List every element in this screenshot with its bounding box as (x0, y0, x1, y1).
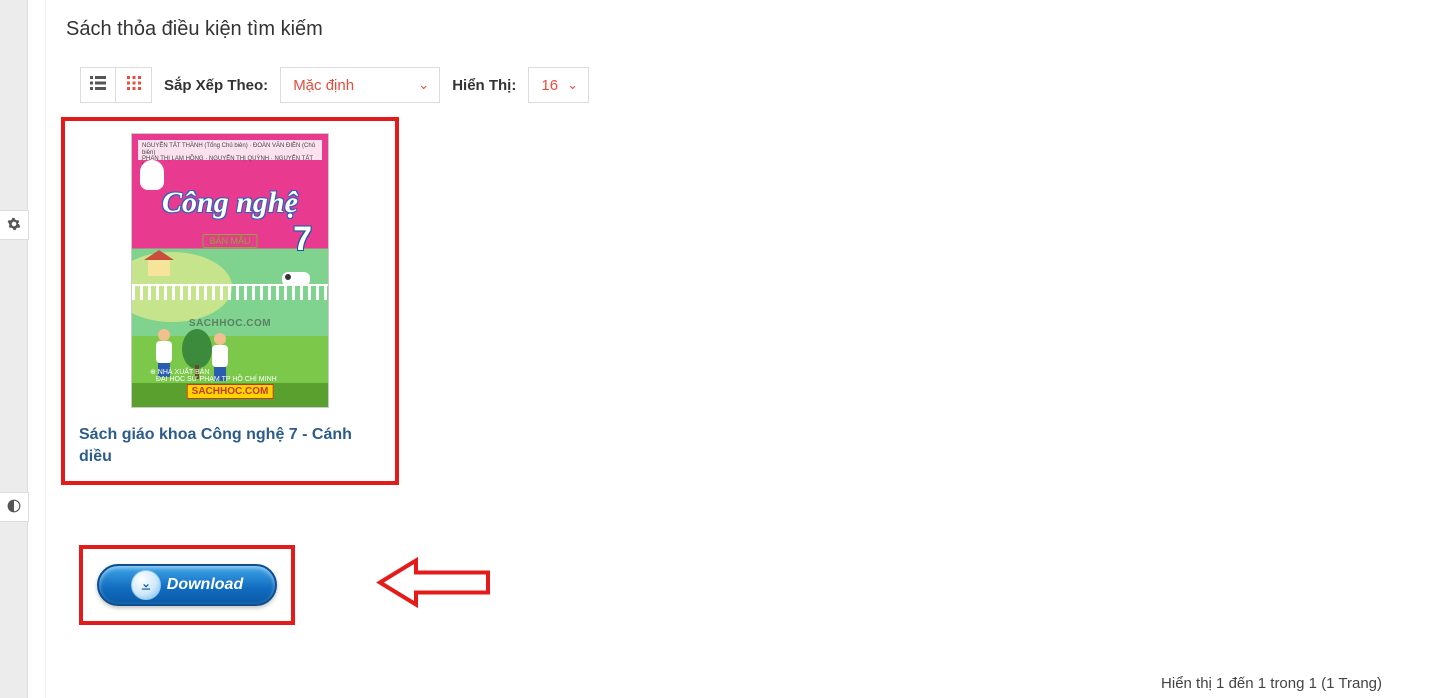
cover-subject: Công nghệ (132, 186, 328, 220)
cover-watermark-badge: SACHHOC.COM (187, 384, 274, 399)
page-heading: Sách thỏa điều kiện tìm kiếm (66, 18, 1390, 41)
product-title: Sách giáo khoa Công nghệ 7 - Cánh diều (79, 424, 381, 467)
sort-select[interactable]: Mặc định ⌄ (280, 67, 440, 103)
contrast-button[interactable] (0, 492, 29, 522)
view-list-button[interactable] (80, 67, 116, 103)
download-button[interactable]: Download (97, 564, 277, 606)
cover-publisher: ⊕ NHÀ XUẤT BẢN ĐẠI HỌC SƯ PHẠM TP HỒ CHÍ… (150, 368, 277, 383)
gear-icon (7, 217, 21, 234)
show-label: Hiển Thị: (452, 77, 516, 94)
product-card[interactable]: NGUYỄN TẤT THÀNH (Tổng Chủ biên) · ĐOÀN … (79, 133, 381, 467)
results-toolbar: Sắp Xếp Theo: Mặc định ⌄ Hiển Thị: 16 ⌄ (80, 67, 1390, 103)
chevron-down-icon: ⌄ (418, 77, 429, 93)
product-highlight-box: NGUYỄN TẤT THÀNH (Tổng Chủ biên) · ĐOÀN … (61, 117, 399, 485)
cover-authors: NGUYỄN TẤT THÀNH (Tổng Chủ biên) · ĐOÀN … (138, 140, 322, 160)
settings-button[interactable] (0, 210, 29, 240)
download-arrow-icon (131, 570, 161, 600)
cover-grade: 7 (293, 220, 312, 259)
sort-label: Sắp Xếp Theo: (164, 77, 268, 94)
download-label: Download (167, 576, 243, 594)
chevron-down-icon: ⌄ (567, 77, 578, 93)
cover-watermark: SACHHOC.COM (189, 318, 271, 329)
annotation-arrow-icon (376, 553, 496, 618)
grid-icon (127, 76, 141, 95)
main-content: Sách thỏa điều kiện tìm kiếm Sắp Xếp The… (45, 0, 1410, 698)
book-cover: NGUYỄN TẤT THÀNH (Tổng Chủ biên) · ĐOÀN … (131, 133, 329, 408)
pagination-info: Hiển thị 1 đến 1 trong 1 (1 Trang) (1161, 675, 1382, 692)
show-value: 16 (541, 77, 558, 94)
download-highlight-box: Download (79, 545, 295, 625)
view-grid-button[interactable] (116, 67, 152, 103)
sort-value: Mặc định (293, 77, 354, 94)
list-icon (90, 76, 106, 95)
contrast-icon (7, 499, 21, 516)
view-toggle (80, 67, 152, 103)
side-rail (0, 0, 28, 698)
show-select[interactable]: 16 ⌄ (528, 67, 589, 103)
cover-tag: BẢN MẪU (202, 234, 257, 248)
